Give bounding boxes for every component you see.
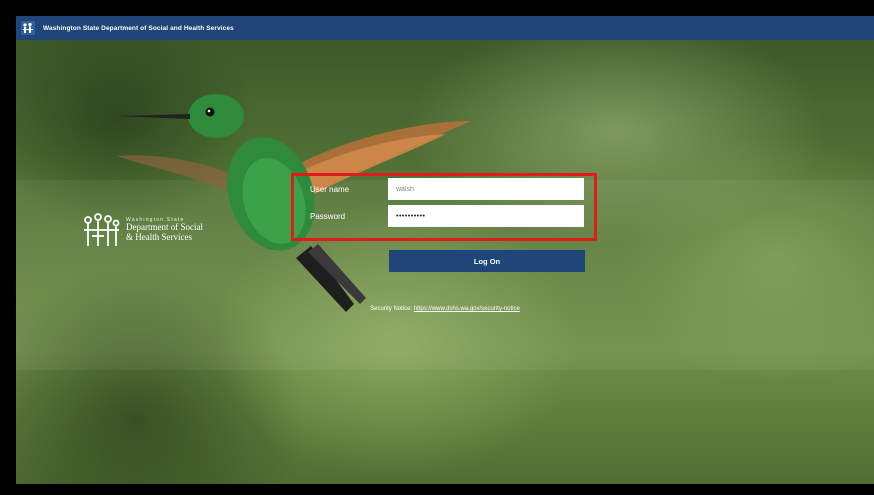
password-row: Password	[296, 205, 584, 227]
logon-button[interactable]: Log On	[389, 250, 585, 272]
dshs-family-icon	[84, 213, 120, 246]
password-input[interactable]	[388, 205, 584, 227]
security-notice-link[interactable]: https://www.dshs.wa.gov/security-notice	[414, 306, 520, 312]
header-bar: Washington State Department of Social an…	[16, 16, 874, 40]
dshs-state-label: Washington State	[126, 216, 185, 223]
dshs-health-label: & Health Services	[126, 231, 192, 242]
security-notice-label: Security Notice:	[370, 306, 413, 312]
dshs-logo-text: Washington State Department of Social & …	[126, 216, 203, 242]
username-label: User name	[310, 184, 350, 194]
security-notice: Security Notice: https://www.dshs.wa.gov…	[16, 306, 874, 312]
username-row: User name	[296, 178, 584, 200]
browser-window: Washington State Department of Social an…	[16, 16, 874, 484]
header-title: Washington State Department of Social an…	[43, 24, 234, 32]
login-form: User name Password	[296, 178, 584, 232]
dshs-logo-icon	[21, 21, 35, 35]
password-label: Password	[310, 211, 346, 221]
username-input[interactable]	[388, 178, 584, 200]
dshs-brand-logo: Washington State Department of Social & …	[82, 212, 203, 248]
